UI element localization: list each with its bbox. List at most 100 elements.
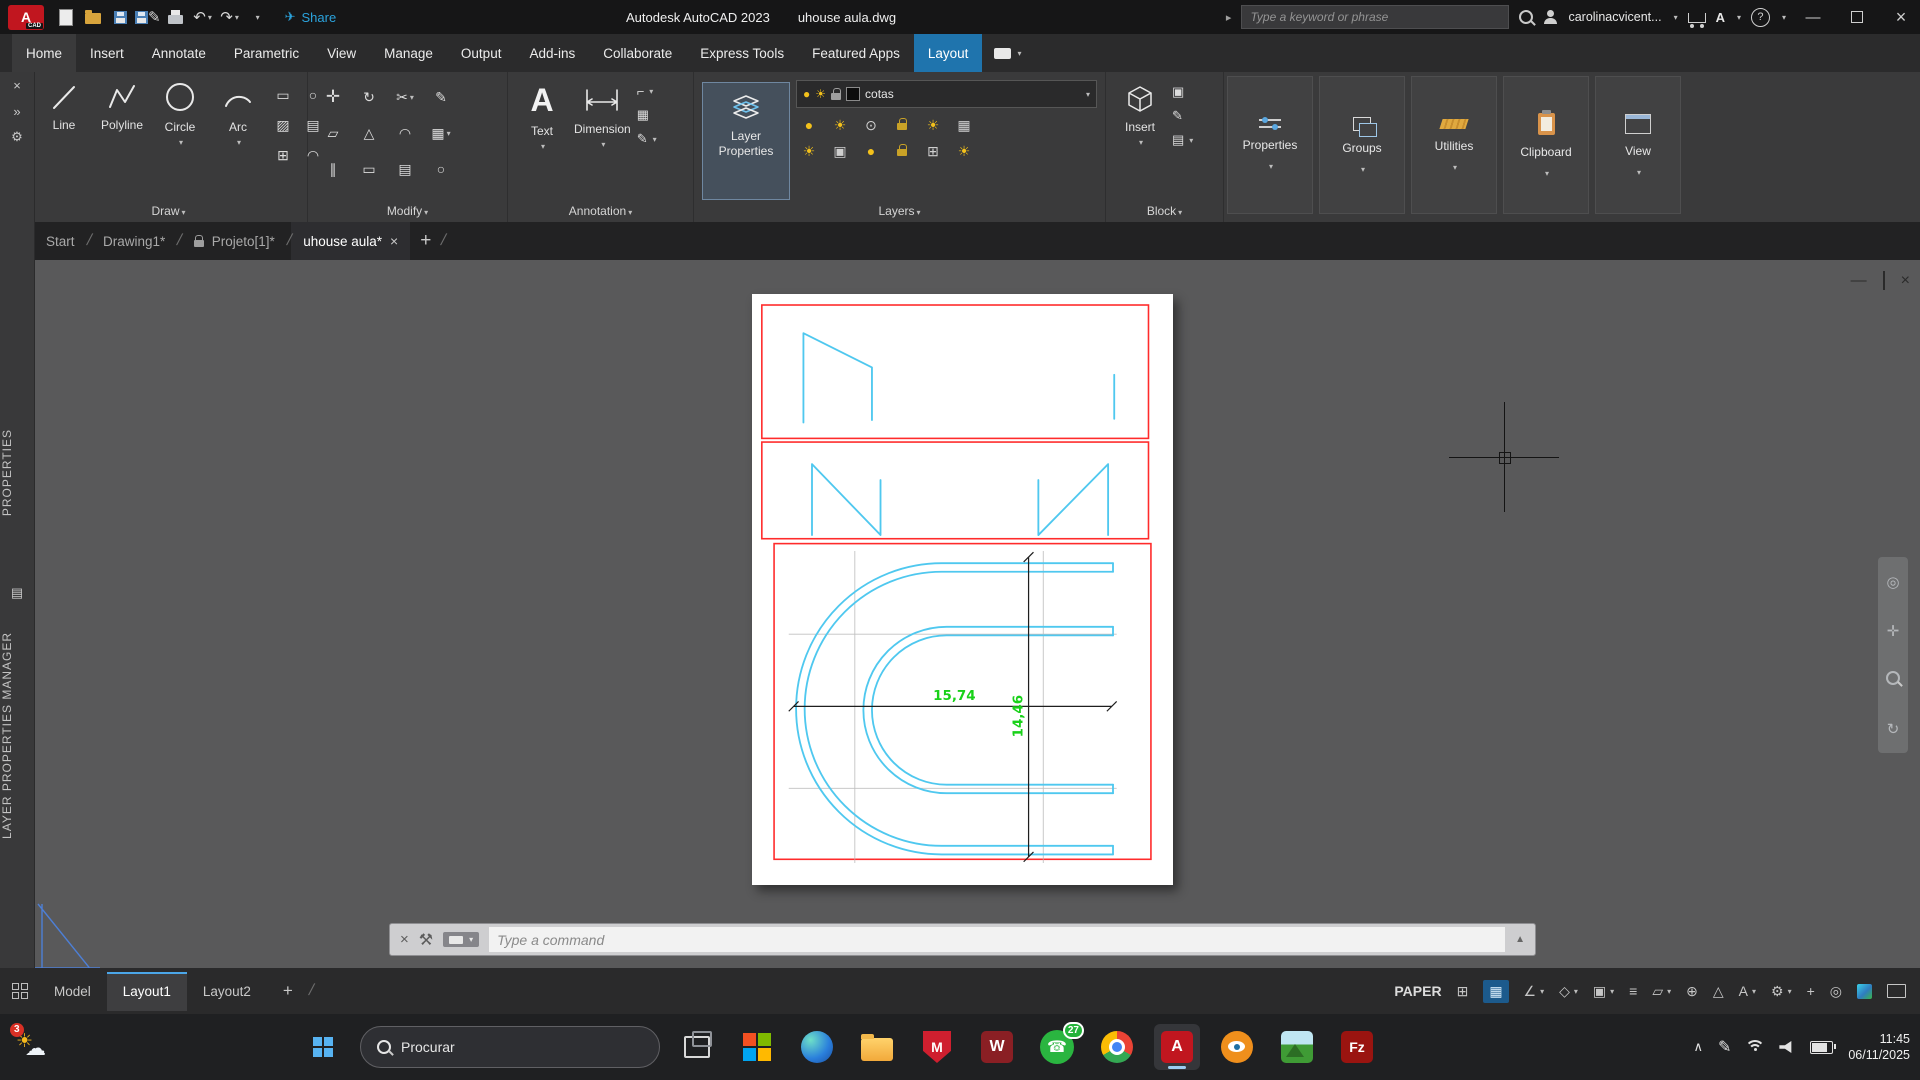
- tab-parametric[interactable]: Parametric: [220, 34, 313, 72]
- palette-settings-gear-icon[interactable]: ⚙: [0, 124, 34, 150]
- line-tool[interactable]: Line: [38, 80, 90, 132]
- ribbon-display-toggle[interactable]: ▾: [982, 34, 1033, 72]
- battery-icon[interactable]: [1810, 1041, 1833, 1054]
- chevron-down-icon[interactable]: ▾: [1782, 13, 1786, 22]
- layer-isolate-icon[interactable]: ☀: [829, 117, 851, 134]
- tray-expand-icon[interactable]: ∧: [1693, 1039, 1703, 1055]
- tab-model[interactable]: Model: [38, 972, 107, 1011]
- snap-mode-icon[interactable]: ▦: [1483, 980, 1508, 1003]
- close-palette-icon[interactable]: ×: [0, 72, 34, 98]
- viewport-border[interactable]: [762, 305, 1149, 438]
- new-tab-button[interactable]: +: [410, 230, 441, 252]
- command-history-toggle[interactable]: ▲: [1515, 934, 1525, 945]
- viewport-restore-button[interactable]: [1883, 272, 1885, 290]
- close-command-icon[interactable]: ×: [400, 931, 409, 948]
- elevation-drawings[interactable]: [803, 333, 1114, 535]
- search-icon[interactable]: [1519, 10, 1533, 24]
- blender-button[interactable]: [1214, 1024, 1260, 1070]
- task-view-button[interactable]: [674, 1024, 720, 1070]
- palette-icon[interactable]: ▤: [0, 580, 34, 606]
- offset-icon[interactable]: ∥: [316, 152, 350, 186]
- share-button[interactable]: ✈Share: [285, 9, 337, 25]
- chrome-button[interactable]: [1094, 1024, 1140, 1070]
- mirror-icon[interactable]: △: [352, 116, 386, 150]
- undo-button[interactable]: ↶▾: [191, 4, 215, 30]
- autodesk-app-icon[interactable]: A: [1716, 10, 1725, 25]
- close-tab-icon[interactable]: ×: [390, 233, 398, 249]
- table-icon[interactable]: ▦: [637, 107, 657, 123]
- insert-block-tool[interactable]: Insert ▾: [1114, 80, 1166, 147]
- selection-cycling-icon[interactable]: ▱▾: [1652, 983, 1671, 1000]
- panel-clipboard-collapsed[interactable]: Clipboard ▾: [1503, 76, 1589, 214]
- panel-layers-label[interactable]: Layers▾: [694, 204, 1105, 218]
- file-explorer-button[interactable]: [854, 1024, 900, 1070]
- tab-layout2[interactable]: Layout2: [187, 972, 267, 1011]
- qat-menu-button[interactable]: ▾: [245, 4, 269, 30]
- annotation-scale-icon[interactable]: A▾: [1739, 983, 1756, 999]
- copy-icon[interactable]: ▱: [316, 116, 350, 150]
- tab-featured-apps[interactable]: Featured Apps: [798, 34, 914, 72]
- customize-wrench-icon[interactable]: ⚒: [419, 930, 433, 950]
- clock[interactable]: 11:45 06/11/2025: [1848, 1031, 1910, 1063]
- fillet-icon[interactable]: ◠: [388, 116, 422, 150]
- floor-plan-u-shape[interactable]: [796, 563, 1113, 854]
- file-tab-start[interactable]: Start: [34, 222, 87, 260]
- layer-tool-icon[interactable]: [891, 143, 913, 160]
- layer-properties-button[interactable]: Layer Properties: [702, 82, 790, 200]
- new-layout-button[interactable]: +: [267, 969, 309, 1013]
- dynamic-input-icon[interactable]: ⊕: [1686, 983, 1698, 1000]
- full-navigation-wheel-icon[interactable]: ◎: [1886, 573, 1899, 591]
- redo-button[interactable]: ↷▾: [218, 4, 242, 30]
- orbit-icon[interactable]: ↻: [1887, 720, 1900, 738]
- w-app-button[interactable]: W: [974, 1024, 1020, 1070]
- layer-unisolate-icon[interactable]: ☀: [922, 117, 944, 134]
- auto-hide-icon[interactable]: »: [0, 98, 34, 124]
- filezilla-button[interactable]: Fz: [1334, 1024, 1380, 1070]
- microsoft-app-button[interactable]: [734, 1024, 780, 1070]
- cart-icon[interactable]: [1688, 13, 1706, 23]
- panel-utilities-collapsed[interactable]: Utilities ▾: [1411, 76, 1497, 214]
- open-file-button[interactable]: [81, 4, 105, 30]
- multileader-icon[interactable]: ⌐▾: [637, 84, 657, 99]
- dimensions[interactable]: 15,74 14,46: [789, 552, 1117, 862]
- landscape-app-button[interactable]: [1274, 1024, 1320, 1070]
- properties-palette-tab[interactable]: PROPERTIES: [0, 429, 34, 516]
- file-tab-drawing1[interactable]: Drawing1*: [91, 222, 177, 260]
- erase-icon[interactable]: ✎: [424, 80, 458, 114]
- write-block-icon[interactable]: ✎: [1172, 108, 1193, 124]
- layer-freeze-icon[interactable]: ⊙: [860, 117, 882, 134]
- dimension-tool[interactable]: Dimension ▾: [574, 80, 631, 149]
- panel-groups-collapsed[interactable]: Groups ▾: [1319, 76, 1405, 214]
- object-snap-icon[interactable]: ▣▾: [1593, 983, 1614, 1000]
- pan-icon[interactable]: ✛: [1887, 622, 1900, 640]
- autocad-taskbar-button[interactable]: A: [1154, 1024, 1200, 1070]
- tab-layout[interactable]: Layout: [914, 34, 983, 72]
- user-name[interactable]: carolinacvicent...: [1568, 10, 1661, 24]
- explode-icon[interactable]: ○: [424, 152, 458, 186]
- maximize-button[interactable]: [1840, 0, 1874, 34]
- viewport-border[interactable]: [762, 442, 1149, 539]
- array-icon[interactable]: ▦▾: [424, 116, 458, 150]
- file-tab-uhouse-aula[interactable]: uhouse aula*×: [291, 222, 410, 260]
- arc-tool[interactable]: Arc ▾: [212, 80, 264, 147]
- layer-dropdown[interactable]: ● ☀ cotas ▾: [796, 80, 1097, 108]
- layer-off-icon[interactable]: ●: [798, 117, 820, 134]
- chevron-down-icon[interactable]: ▾: [1737, 13, 1741, 22]
- add-status-icon[interactable]: +: [1807, 983, 1815, 999]
- polar-tracking-icon[interactable]: ∠▾: [1524, 983, 1545, 1000]
- wifi-icon[interactable]: [1746, 1040, 1764, 1055]
- isolate-objects-icon[interactable]: ◎: [1830, 983, 1842, 1000]
- panel-annotation-label[interactable]: Annotation▾: [508, 204, 693, 218]
- create-block-icon[interactable]: ▣: [1172, 84, 1193, 100]
- drawing-canvas[interactable]: — ×: [0, 260, 1920, 968]
- panel-properties-collapsed[interactable]: Properties ▾: [1227, 76, 1313, 214]
- chevron-down-icon[interactable]: ▾: [1674, 13, 1678, 22]
- lineweight-icon[interactable]: ≡: [1629, 983, 1637, 999]
- minimize-button[interactable]: —: [1796, 0, 1830, 34]
- plot-button[interactable]: [164, 4, 188, 30]
- tab-home[interactable]: Home: [12, 34, 76, 72]
- pen-icon[interactable]: ✎: [1718, 1037, 1731, 1057]
- tab-layout1[interactable]: Layout1: [107, 972, 187, 1011]
- paper-space-toggle[interactable]: PAPER: [1394, 983, 1441, 999]
- trim-icon[interactable]: ✂▾: [388, 80, 422, 114]
